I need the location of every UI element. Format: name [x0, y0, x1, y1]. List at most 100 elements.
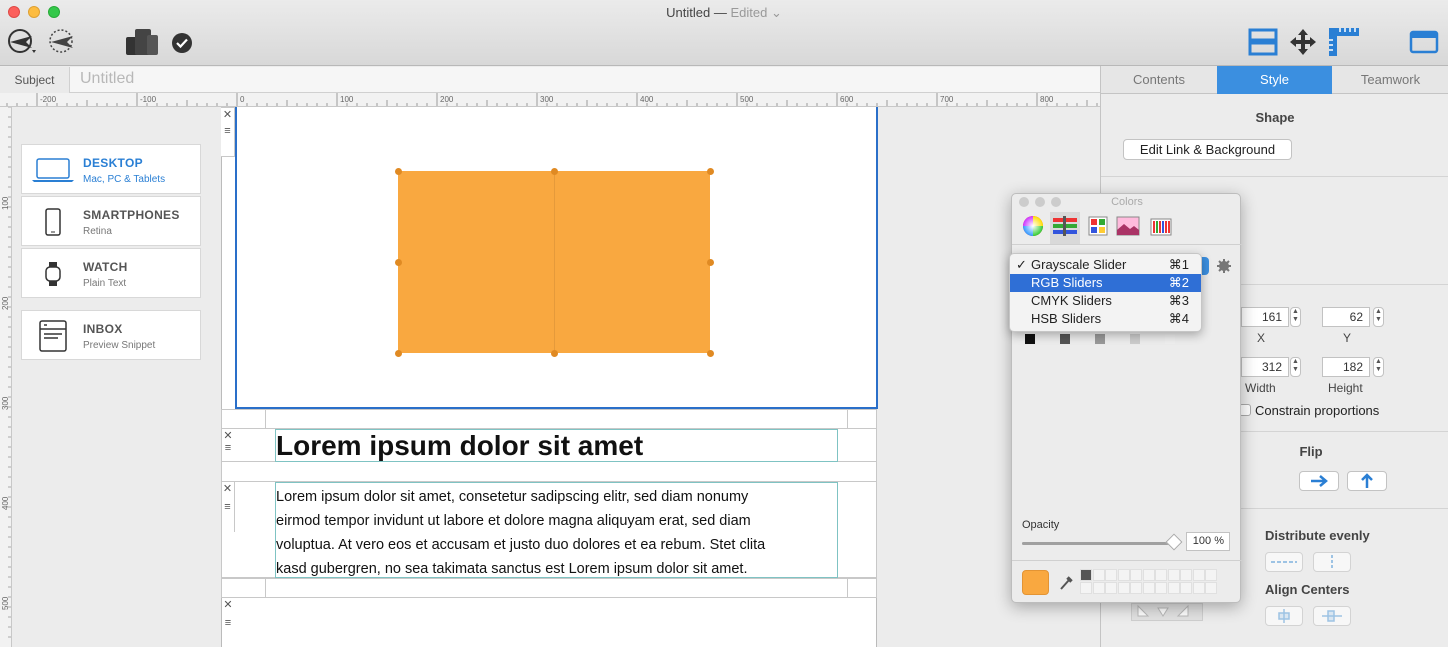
current-color-well[interactable] — [1022, 570, 1049, 595]
device-desktop[interactable]: DESKTOP Mac, PC & Tablets — [21, 144, 201, 194]
move-arrows-icon[interactable] — [1289, 28, 1317, 56]
color-palettes-icon[interactable] — [1088, 216, 1108, 236]
y-field[interactable]: 62 — [1322, 307, 1370, 327]
swatch-cell[interactable] — [1130, 569, 1142, 581]
swatch-cell[interactable] — [1130, 582, 1142, 594]
menu-item-cmyk[interactable]: CMYK Sliders ⌘3 — [1010, 292, 1201, 310]
swatch-cell[interactable] — [1192, 582, 1205, 594]
width-stepper[interactable]: ▲ ▼ — [1290, 357, 1301, 377]
layout-blocks-icon[interactable] — [1248, 28, 1278, 56]
block-handle[interactable]: ✕ ≡ — [221, 107, 235, 157]
flip-vertical-button[interactable] — [1347, 471, 1387, 491]
resize-handle[interactable] — [551, 168, 558, 175]
gear-icon[interactable] — [1214, 258, 1234, 274]
drag-block-icon[interactable]: ≡ — [221, 617, 235, 629]
subject-input[interactable]: Untitled — [80, 70, 134, 88]
swatch-cell[interactable] — [1117, 569, 1130, 581]
grayscale-swatch[interactable] — [1060, 334, 1070, 344]
swatch-cell[interactable] — [1205, 569, 1217, 581]
block-handle[interactable]: ✕ ≡ — [221, 429, 235, 462]
opacity-slider-knob[interactable] — [1165, 533, 1183, 551]
opacity-field[interactable]: 100 % — [1186, 532, 1230, 551]
x-stepper[interactable]: ▲ ▼ — [1290, 307, 1301, 327]
swatch-cell[interactable] — [1155, 569, 1167, 581]
edit-link-background-button[interactable]: Edit Link & Background — [1123, 139, 1292, 160]
align-vertical-center-button[interactable] — [1265, 606, 1303, 626]
swatch-cell[interactable] — [1105, 569, 1117, 581]
check-icon[interactable] — [171, 32, 193, 54]
color-wheel-icon[interactable] — [1022, 215, 1044, 237]
menu-item-grayscale[interactable]: ✓ Grayscale Slider ⌘1 — [1010, 256, 1201, 274]
resize-handle[interactable] — [707, 259, 714, 266]
swatch-cell[interactable] — [1180, 569, 1192, 581]
alignment-widget[interactable] — [1131, 603, 1203, 621]
resize-handle[interactable] — [551, 350, 558, 357]
swatch-cell[interactable] — [1080, 569, 1092, 581]
eyedropper-icon[interactable] — [1058, 574, 1074, 592]
orange-shape[interactable] — [395, 168, 714, 357]
preview-devices-icon[interactable] — [125, 27, 161, 57]
popup-arrow-button[interactable] — [1201, 257, 1209, 275]
tab-style[interactable]: Style — [1217, 66, 1332, 94]
grayscale-swatch[interactable] — [1025, 334, 1035, 344]
swatch-cell[interactable] — [1092, 569, 1105, 581]
swatch-cell[interactable] — [1167, 582, 1180, 594]
remove-block-icon[interactable]: ✕ — [221, 429, 235, 442]
spacer-block[interactable] — [221, 578, 877, 598]
resize-handle[interactable] — [707, 350, 714, 357]
pencils-icon[interactable] — [1150, 215, 1172, 237]
menu-item-rgb[interactable]: RGB Sliders ⌘2 — [1010, 274, 1201, 292]
block-handle[interactable]: ✕ ≡ — [221, 598, 235, 638]
remove-block-icon[interactable]: ✕ — [221, 598, 235, 611]
paragraph-text[interactable]: Lorem ipsum dolor sit amet, consetetur s… — [276, 485, 765, 581]
spacer-block[interactable] — [221, 462, 877, 482]
resize-handle[interactable] — [395, 350, 402, 357]
flip-horizontal-button[interactable] — [1299, 471, 1339, 491]
device-inbox[interactable]: INBOX Preview Snippet — [21, 310, 201, 360]
swatch-cell[interactable] — [1092, 582, 1105, 594]
opacity-slider-track[interactable] — [1022, 542, 1174, 545]
image-palettes-icon[interactable] — [1116, 216, 1140, 236]
sidebar-toggle-icon[interactable] — [1409, 30, 1439, 54]
device-watch[interactable]: WATCH Plain Text — [21, 248, 201, 298]
remove-block-icon[interactable]: ✕ — [221, 108, 234, 121]
swatch-cell[interactable] — [1117, 582, 1130, 594]
drag-block-icon[interactable]: ≡ — [221, 501, 234, 513]
send-test-plane-icon[interactable] — [45, 28, 79, 56]
color-swatch-grid[interactable] — [1080, 569, 1220, 595]
resize-handle[interactable] — [395, 259, 402, 266]
resize-handle[interactable] — [707, 168, 714, 175]
x-field[interactable]: 161 — [1241, 307, 1289, 327]
tab-teamwork[interactable]: Teamwork — [1332, 66, 1448, 94]
swatch-cell[interactable] — [1192, 569, 1205, 581]
paragraph-block[interactable]: Lorem ipsum dolor sit amet, consetetur s… — [275, 482, 838, 578]
grayscale-swatch[interactable] — [1130, 334, 1140, 344]
drag-block-icon[interactable]: ≡ — [221, 125, 234, 137]
swatch-cell[interactable] — [1080, 582, 1092, 594]
menu-item-hsb[interactable]: HSB Sliders ⌘4 — [1010, 310, 1201, 328]
drag-block-icon[interactable]: ≡ — [221, 442, 235, 454]
block-handle[interactable]: ✕ ≡ — [221, 482, 235, 532]
ruler-icon[interactable] — [1328, 27, 1360, 57]
align-horizontal-center-button[interactable] — [1313, 606, 1351, 626]
tab-contents[interactable]: Contents — [1101, 66, 1217, 94]
swatch-cell[interactable] — [1205, 582, 1217, 594]
resize-handle[interactable] — [395, 168, 402, 175]
distribute-horizontal-button[interactable] — [1265, 552, 1303, 572]
spacer-block[interactable] — [221, 409, 877, 429]
remove-block-icon[interactable]: ✕ — [221, 482, 234, 495]
send-plane-icon[interactable] — [6, 28, 40, 56]
swatch-cell[interactable] — [1105, 582, 1117, 594]
device-smartphones[interactable]: SMARTPHONES Retina — [21, 196, 201, 246]
height-stepper[interactable]: ▲ ▼ — [1373, 357, 1384, 377]
grayscale-swatch[interactable] — [1095, 334, 1105, 344]
swatch-cell[interactable] — [1167, 569, 1180, 581]
swatch-cell[interactable] — [1180, 582, 1192, 594]
distribute-vertical-button[interactable] — [1313, 552, 1351, 572]
swatch-cell[interactable] — [1142, 582, 1155, 594]
height-field[interactable]: 182 — [1322, 357, 1370, 377]
y-stepper[interactable]: ▲ ▼ — [1373, 307, 1384, 327]
width-field[interactable]: 312 — [1241, 357, 1289, 377]
swatch-cell[interactable] — [1142, 569, 1155, 581]
swatch-cell[interactable] — [1155, 582, 1167, 594]
